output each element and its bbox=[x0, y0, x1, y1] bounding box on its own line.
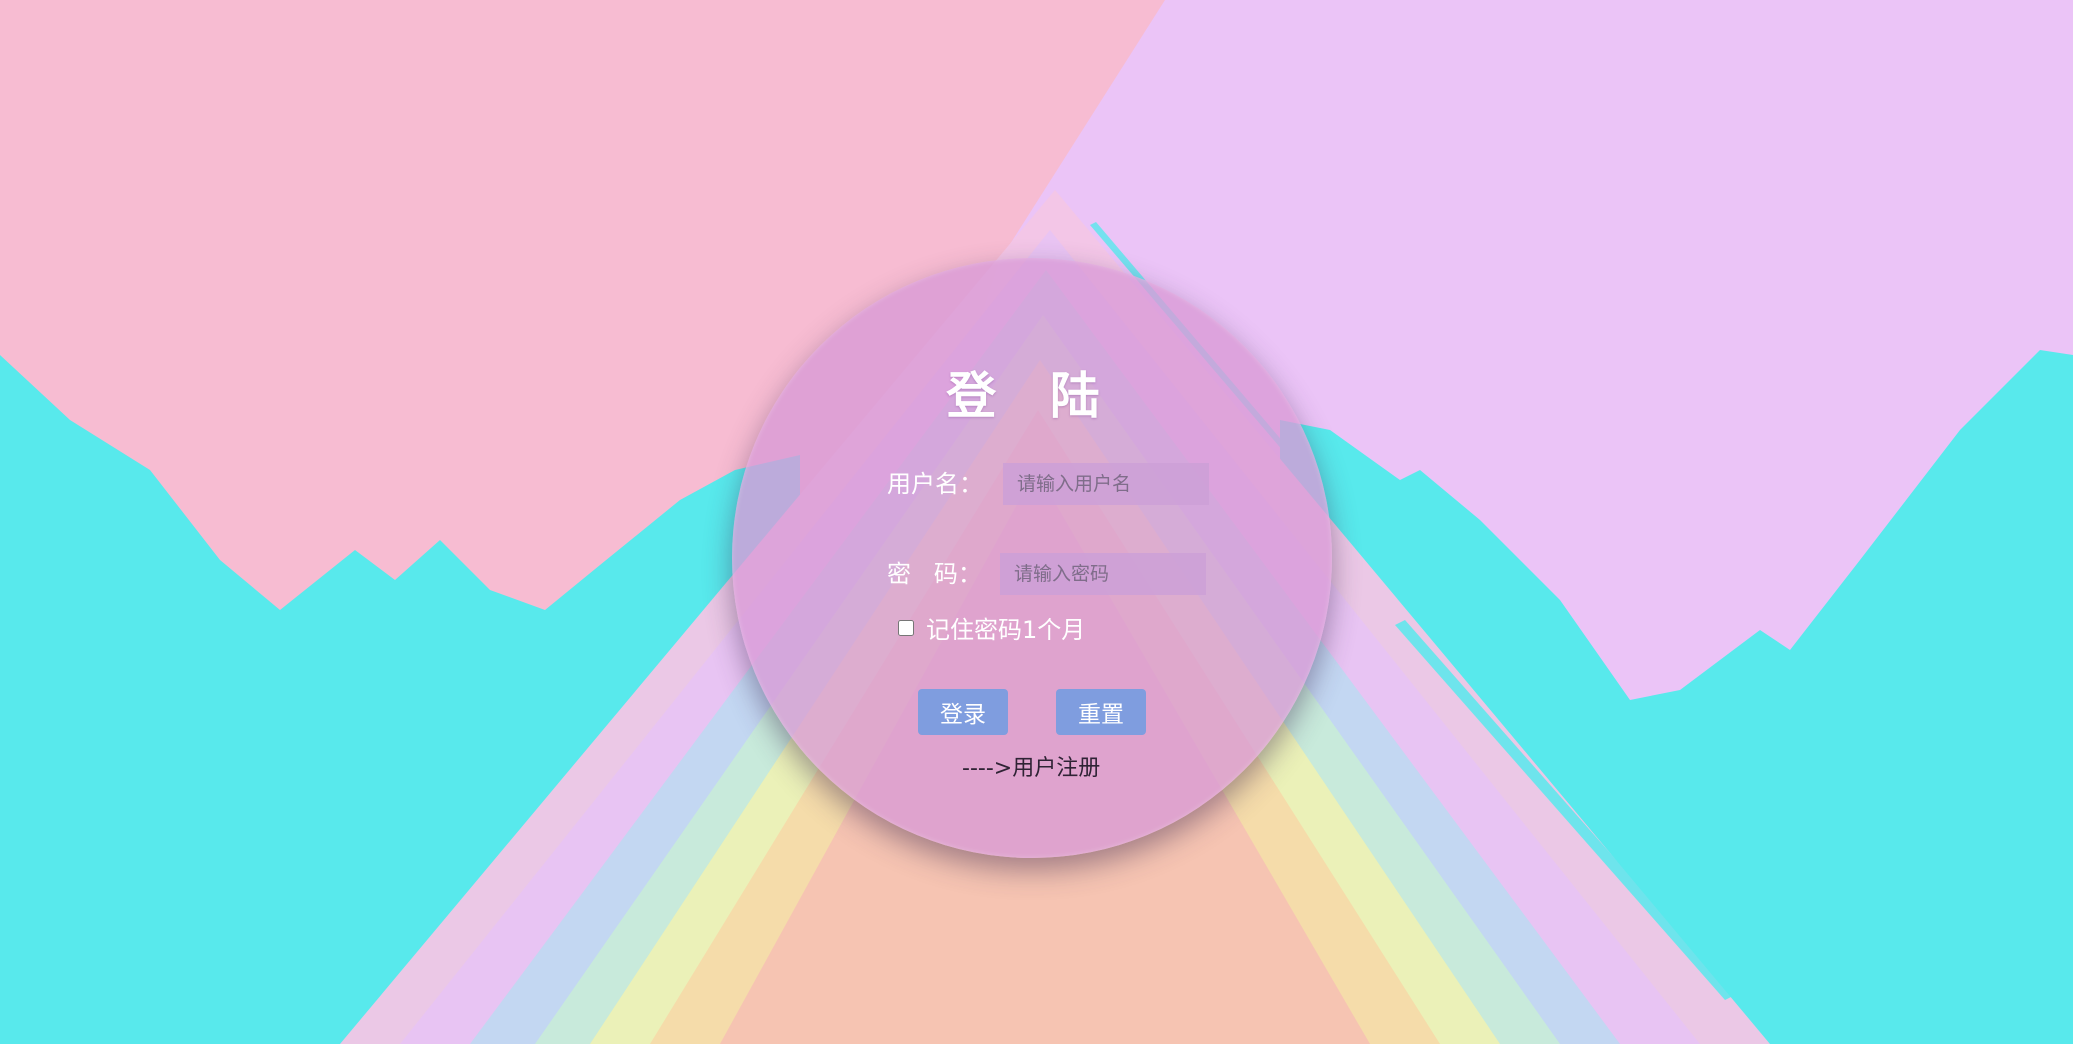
password-label: 密 码： bbox=[887, 560, 982, 588]
login-page: 登 陆 用户名： 密 码： 记住密码1个月 登录 重置 ---->用户注册 bbox=[0, 0, 2073, 1044]
login-button[interactable]: 登录 bbox=[918, 689, 1008, 735]
username-input[interactable] bbox=[1003, 463, 1209, 505]
remember-password-checkbox[interactable] bbox=[898, 619, 914, 636]
login-panel: 登 陆 用户名： 密 码： 记住密码1个月 登录 重置 ---->用户注册 bbox=[732, 258, 1332, 858]
reset-button[interactable]: 重置 bbox=[1056, 689, 1146, 735]
login-title: 登 陆 bbox=[946, 367, 1118, 425]
password-input[interactable] bbox=[1000, 553, 1206, 595]
username-label: 用户名： bbox=[887, 470, 983, 498]
remember-password-row: 记住密码1个月 bbox=[898, 610, 1085, 645]
remember-password-label[interactable]: 记住密码1个月 bbox=[926, 610, 1085, 645]
register-link[interactable]: ---->用户注册 bbox=[962, 750, 1100, 782]
